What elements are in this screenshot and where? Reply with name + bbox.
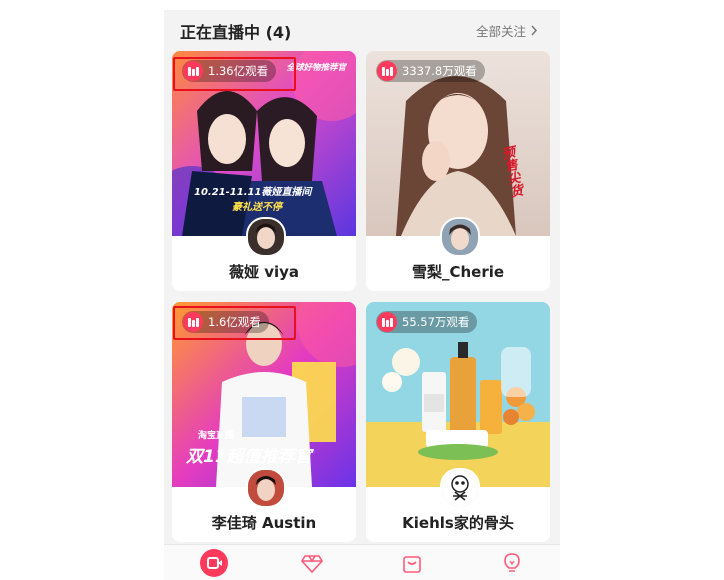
cover-slogan: 双11超值推荐官	[186, 447, 312, 467]
live-card-cherie[interactable]: 预售尖货 3337.8万观看 雪梨_Cherie	[366, 51, 550, 291]
bag-icon	[403, 556, 421, 573]
streamer-name: 薇娅 viya	[228, 263, 300, 281]
live-icon	[200, 549, 228, 577]
cover-date-text: 10.21-11.11薇娅直播间	[194, 187, 312, 198]
streamer-name: 雪梨_Cherie	[411, 263, 505, 281]
phone-screen: 正在直播中 (4) 全部关注 全球好物推荐官 10.21-11.11薇娅直播间 …	[164, 10, 560, 580]
view-count-badge: 55.57万观看	[376, 311, 478, 333]
live-card-kiehls[interactable]: 55.57万观看 Kiehls家的骨头	[366, 302, 550, 542]
view-count-badge: 3337.8万观看	[376, 60, 485, 82]
view-count: 3337.8万观看	[402, 64, 477, 78]
streamer-name: Kiehls家的骨头	[402, 514, 514, 532]
tab-bag[interactable]	[400, 551, 424, 575]
lightbulb-icon	[504, 553, 520, 572]
stream-cover: 55.57万观看	[366, 302, 550, 487]
chevron-right-icon	[531, 25, 538, 36]
live-bars-icon	[377, 312, 397, 332]
cover-sub-text: 豪礼送不停	[232, 202, 282, 213]
view-count: 55.57万观看	[402, 315, 470, 329]
avatar	[246, 217, 286, 257]
stream-cover: 预售尖货 3337.8万观看	[366, 51, 550, 236]
follow-all-link[interactable]: 全部关注	[476, 21, 538, 40]
highlight-box	[173, 306, 296, 340]
gem-icon	[301, 555, 323, 574]
avatar	[440, 217, 480, 257]
highlight-box	[173, 57, 296, 91]
section-title: 正在直播中 (4)	[180, 23, 292, 42]
streamer-name: 李佳琦 Austin	[211, 514, 317, 532]
avatar	[246, 468, 286, 508]
avatar	[440, 468, 480, 508]
cover-brand: 淘宝直播	[198, 431, 235, 441]
bottom-tab-bar	[164, 544, 560, 580]
live-header: 正在直播中 (4) 全部关注	[164, 10, 560, 48]
tab-live[interactable]	[200, 549, 228, 577]
tab-lightbulb[interactable]	[500, 551, 524, 575]
tab-gem[interactable]	[300, 551, 324, 575]
follow-all-label: 全部关注	[475, 24, 526, 39]
live-bars-icon	[377, 61, 397, 81]
